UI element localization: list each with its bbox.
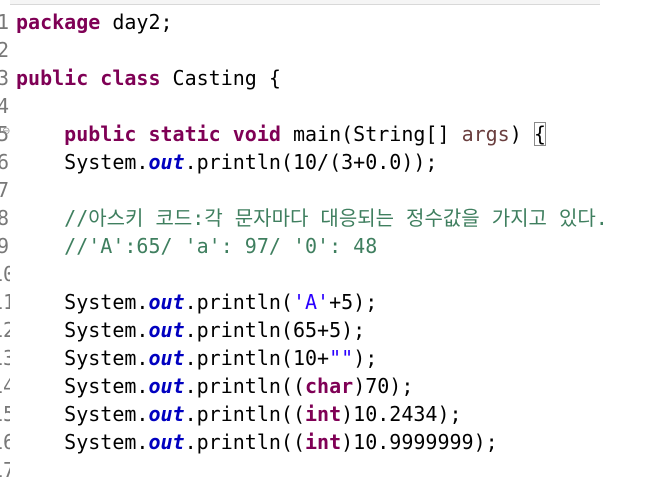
system-class: System. bbox=[64, 318, 149, 342]
keyword-class: class bbox=[100, 66, 161, 90]
code-line-package[interactable]: package day2; bbox=[16, 8, 655, 36]
comment-values: //'A':65/ 'a': 97/ '0': 48 bbox=[64, 234, 378, 258]
matching-brace-highlight: { bbox=[533, 122, 546, 146]
field-out: out bbox=[148, 290, 185, 314]
main-signature: main(String[] bbox=[280, 122, 462, 146]
line-number: 3 bbox=[0, 66, 9, 90]
keyword-public: public bbox=[16, 66, 89, 90]
keyword-void: void bbox=[232, 122, 281, 146]
line-number: 6 bbox=[0, 150, 9, 174]
code-line-println-1[interactable]: System.out.println(10/(3+0.0)); bbox=[16, 148, 655, 176]
line-number: 14 bbox=[0, 374, 10, 398]
println-args: )70); bbox=[353, 374, 414, 398]
keyword-int: int bbox=[305, 402, 342, 426]
code-editor[interactable]: 1 2 3 4 5 ⊖ 6 7 8 9 10 11 12 13 14 15 16… bbox=[0, 0, 655, 480]
editor-top-border bbox=[0, 0, 600, 5]
code-line-println-2[interactable]: System.out.println('A'+5); bbox=[16, 288, 655, 316]
println-call: .println( bbox=[184, 318, 293, 342]
comment-ascii: //아스키 코드:각 문자마다 대응되는 정수값을 가지고 있다. bbox=[64, 206, 608, 230]
keyword-static: static bbox=[148, 122, 221, 146]
line-number: 16 bbox=[0, 430, 10, 454]
code-line-blank[interactable] bbox=[16, 92, 655, 120]
class-name: Casting { bbox=[160, 66, 281, 90]
println-args: 10/(3+0.0)); bbox=[292, 150, 438, 174]
main-close-paren: ) bbox=[509, 122, 534, 146]
line-number: 8 bbox=[0, 206, 9, 230]
char-literal: 'A' bbox=[292, 290, 330, 314]
code-line-blank[interactable] bbox=[16, 260, 655, 288]
cast-open-paren: ( bbox=[292, 374, 306, 398]
system-class: System. bbox=[64, 402, 149, 426]
println-call: .println( bbox=[184, 346, 293, 370]
field-out: out bbox=[148, 402, 185, 426]
line-number: 17 bbox=[0, 458, 10, 480]
keyword-package: package bbox=[16, 10, 101, 34]
package-name: day2; bbox=[100, 10, 173, 34]
println-call: .println( bbox=[184, 290, 293, 314]
field-out: out bbox=[148, 374, 185, 398]
code-area[interactable]: package day2; public class Casting { pub… bbox=[16, 8, 655, 456]
system-class: System. bbox=[64, 150, 149, 174]
println-call: .println( bbox=[184, 150, 293, 174]
println-call: .println( bbox=[184, 402, 293, 426]
code-line-println-6[interactable]: System.out.println((int)10.2434); bbox=[16, 400, 655, 428]
fold-collapse-icon[interactable]: ⊖ bbox=[2, 126, 10, 137]
system-class: System. bbox=[64, 346, 149, 370]
code-line-println-7[interactable]: System.out.println((int)10.9999999); bbox=[16, 428, 655, 456]
println-close: ); bbox=[353, 346, 378, 370]
code-line-class-decl[interactable]: public class Casting { bbox=[16, 64, 655, 92]
field-out: out bbox=[148, 346, 185, 370]
line-number: 13 bbox=[0, 346, 10, 370]
line-number-gutter: 1 2 3 4 5 ⊖ 6 7 8 9 10 11 12 13 14 15 16… bbox=[0, 0, 10, 480]
line-number: 10 bbox=[0, 262, 10, 286]
code-line-println-5[interactable]: System.out.println((char)70); bbox=[16, 372, 655, 400]
println-args: +5); bbox=[329, 290, 378, 314]
println-call: .println( bbox=[184, 430, 293, 454]
string-literal: "" bbox=[329, 346, 354, 370]
keyword-char: char bbox=[305, 374, 354, 398]
code-line-comment-2[interactable]: //'A':65/ 'a': 97/ '0': 48 bbox=[16, 232, 655, 260]
code-line-blank[interactable] bbox=[16, 176, 655, 204]
line-number: 7 bbox=[0, 178, 9, 202]
code-line-println-3[interactable]: System.out.println(65+5); bbox=[16, 316, 655, 344]
code-line-main-decl[interactable]: public static void main(String[] args) { bbox=[16, 120, 655, 148]
line-number: 12 bbox=[0, 318, 10, 342]
line-number: 11 bbox=[0, 290, 10, 314]
code-line-println-4[interactable]: System.out.println(10+""); bbox=[16, 344, 655, 372]
cast-open-paren: ( bbox=[292, 402, 306, 426]
keyword-public: public bbox=[64, 122, 137, 146]
param-args: args bbox=[461, 122, 510, 146]
println-args: )10.9999999); bbox=[341, 430, 498, 454]
line-number: 1 bbox=[0, 10, 9, 34]
println-call: .println( bbox=[184, 374, 293, 398]
println-args: )10.2434); bbox=[341, 402, 462, 426]
field-out: out bbox=[148, 430, 185, 454]
line-number: 9 bbox=[0, 234, 9, 258]
println-args: 10+ bbox=[292, 346, 330, 370]
code-line-comment-1[interactable]: //아스키 코드:각 문자마다 대응되는 정수값을 가지고 있다. bbox=[16, 204, 655, 232]
line-number: 15 bbox=[0, 402, 10, 426]
cast-open-paren: ( bbox=[292, 430, 306, 454]
system-class: System. bbox=[64, 290, 149, 314]
code-line-blank[interactable] bbox=[16, 36, 655, 64]
line-number: 4 bbox=[0, 94, 9, 118]
line-number: 2 bbox=[0, 38, 9, 62]
keyword-int: int bbox=[305, 430, 342, 454]
system-class: System. bbox=[64, 374, 149, 398]
field-out: out bbox=[148, 150, 185, 174]
system-class: System. bbox=[64, 430, 149, 454]
println-args: 65+5); bbox=[292, 318, 366, 342]
field-out: out bbox=[148, 318, 185, 342]
